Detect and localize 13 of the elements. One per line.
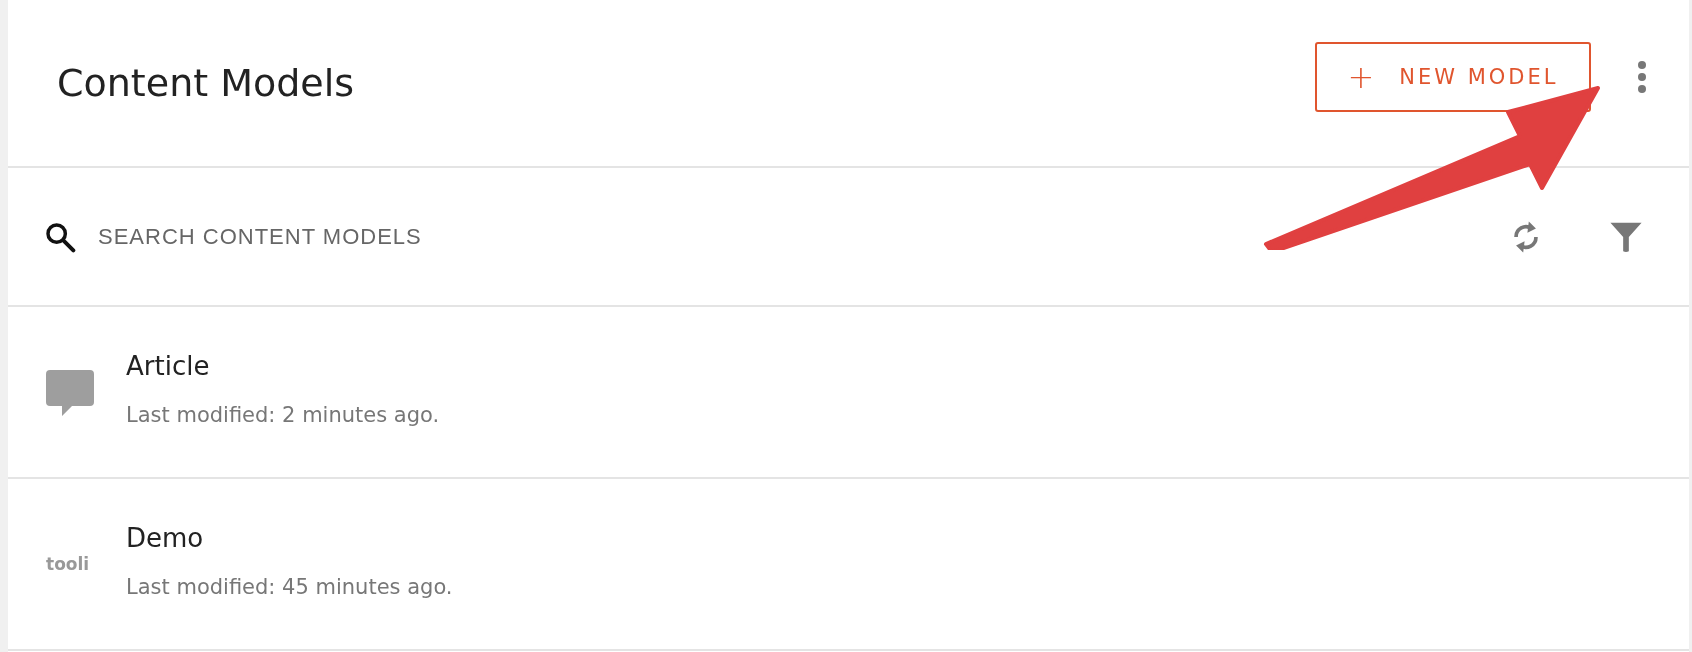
search-field[interactable]: SEARCH CONTENT MODELS: [96, 222, 1489, 251]
search-icon: [44, 220, 76, 253]
page-title: Content Models: [57, 61, 355, 105]
model-list-item[interactable]: tooli Demo Last modified: 45 minutes ago.: [8, 479, 1689, 651]
model-name: Article: [126, 351, 211, 381]
model-list-item[interactable]: Article Last modified: 2 minutes ago.: [8, 307, 1689, 479]
new-model-button[interactable]: + NEW MODEL: [1315, 42, 1591, 112]
comment-icon: [46, 368, 94, 416]
last-modified-text: Last modified: 2 minutes ago.: [126, 403, 440, 427]
last-modified-text: Last modified: 45 minutes ago.: [126, 575, 453, 599]
model-logo: tooli: [46, 554, 90, 574]
more-options-icon[interactable]: [1637, 60, 1647, 94]
model-name: Demo: [126, 523, 205, 553]
